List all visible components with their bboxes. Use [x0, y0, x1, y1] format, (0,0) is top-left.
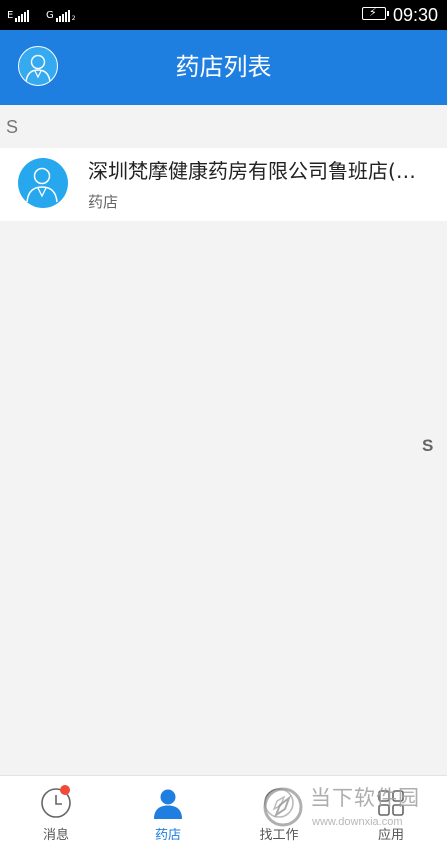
sim2-network-type: G [46, 10, 54, 21]
tab-label: 找工作 [259, 828, 299, 843]
section-header-letter: S [6, 117, 19, 137]
pharmacy-name: 深圳梵摩健康药房有限公司鲁班店(鲁班大厦店) [88, 159, 433, 183]
sim2-signal-icon: G 2 [46, 6, 76, 22]
status-bar: E G 2 ⚡ 09:30 [0, 0, 447, 30]
person-icon [26, 167, 58, 203]
tab-pharmacy[interactable]: 药店 [112, 776, 224, 851]
app-bar: 药店列表 [0, 30, 447, 105]
tab-apps[interactable]: 应用 [335, 776, 447, 851]
pharmacy-avatar [18, 158, 68, 208]
pharmacy-type: 药店 [88, 193, 119, 211]
person-icon [154, 789, 182, 819]
grid-icon [378, 790, 404, 816]
clock-time: 09:30 [393, 5, 439, 25]
unread-badge [60, 785, 70, 795]
page-title: 药店列表 [175, 53, 272, 81]
bottom-tab-bar: 消息 药店 找工作 应用 [0, 775, 447, 851]
pharmacy-list-item[interactable]: 深圳梵摩健康药房有限公司鲁班店(鲁班大厦店) 药店 [0, 148, 447, 221]
sim1-network-type: E [7, 10, 14, 21]
side-index-letter-s[interactable]: S [422, 436, 433, 456]
tab-label: 消息 [42, 828, 69, 843]
compass-icon [264, 788, 294, 818]
tab-messages[interactable]: 消息 [0, 776, 112, 851]
tab-label: 药店 [154, 828, 181, 843]
sim2-slot-number: 2 [71, 15, 76, 22]
battery-charging-icon: ⚡ [362, 6, 389, 20]
sim1-signal-icon: E [7, 6, 30, 22]
tab-find-job[interactable]: 找工作 [223, 776, 335, 851]
tab-label: 应用 [377, 828, 404, 843]
